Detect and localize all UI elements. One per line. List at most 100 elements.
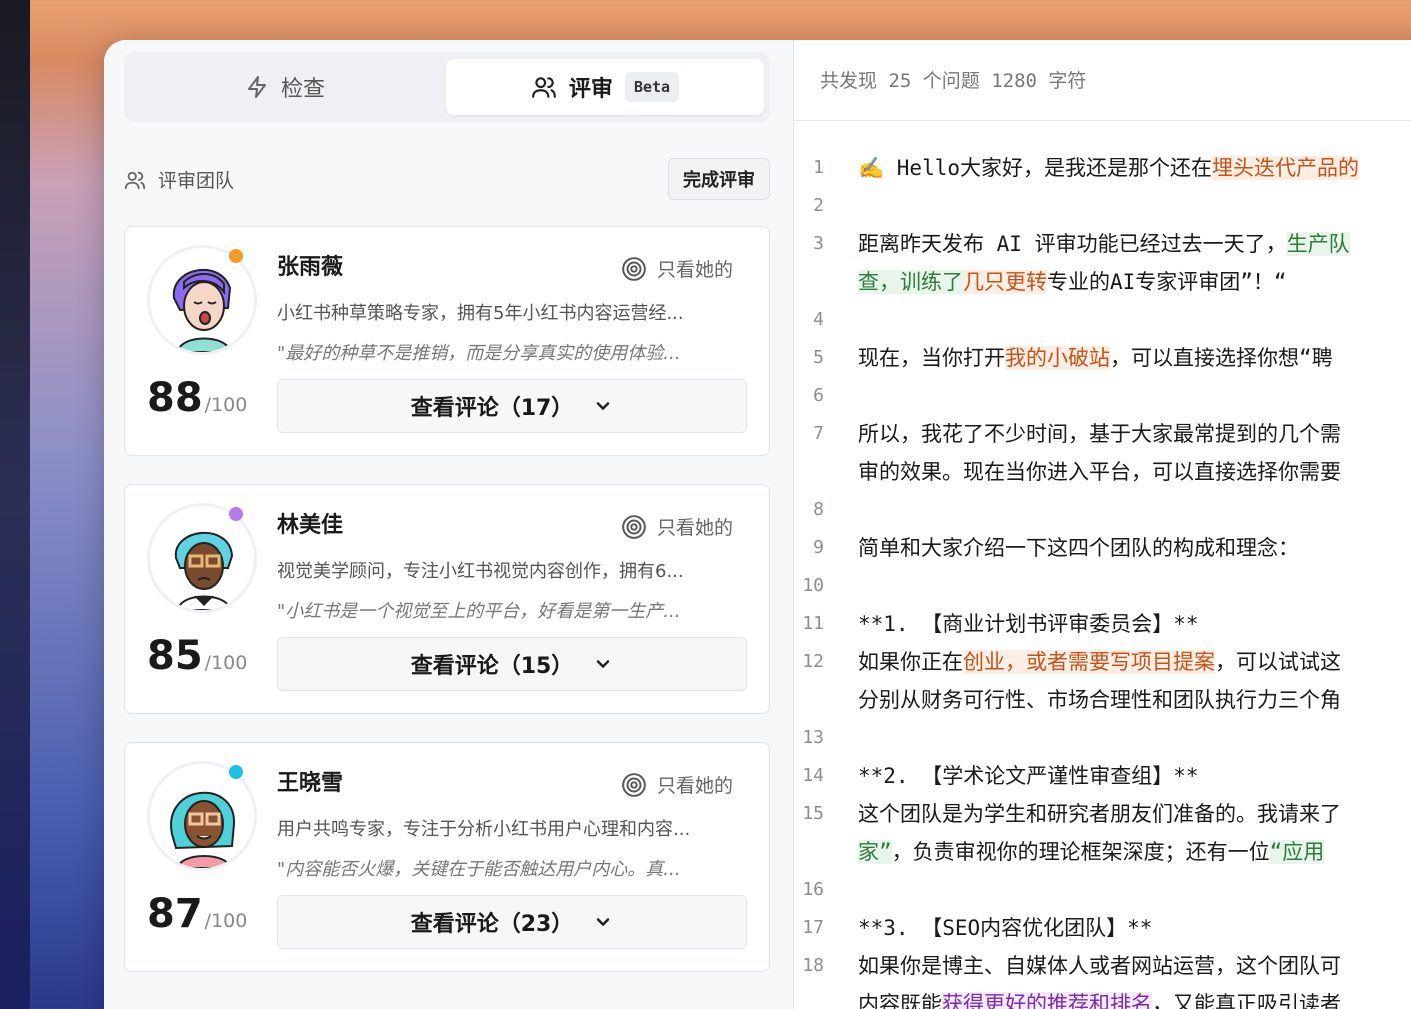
text-segment: 内容既能 [858, 992, 942, 1009]
line-number: 7 [813, 423, 824, 444]
users-icon [532, 77, 556, 98]
chevron-down-icon [597, 660, 610, 669]
line-text: **1. 【商业计划书评审委员会】** [858, 605, 1199, 643]
status-dot [229, 249, 243, 263]
line-number: 4 [813, 309, 824, 330]
only-hers-label: 只看她的 [656, 259, 733, 281]
editor-line: 4 [794, 301, 1411, 339]
view-comments-label: 查看评论（23） [410, 912, 574, 937]
line-number: 1 [813, 157, 824, 178]
line-text: 查，训练了几只更转专业的AI专家评审团”！“ [858, 263, 1287, 301]
score: 85 /100 [147, 633, 247, 679]
status-dot [229, 765, 243, 779]
editor-line: 内容既能获得更好的推荐和排名，又能真正吸引读者 [794, 985, 1411, 1009]
editor-line: 2 [794, 187, 1411, 225]
finish-review-button[interactable]: 完成评审 [668, 158, 770, 200]
reviewer-description: 小红书种草策略专家，拥有5年小红书内容运营经... [277, 303, 684, 324]
line-text: 如果你是博主、自媒体人或者网站运营，这个团队可 [858, 947, 1341, 985]
highlighted-text[interactable]: 家” [858, 840, 892, 864]
app-window: 检查 评审 Beta 评审团队 完成评审 88 /100 张雨薇 只看她的 小红… [104, 40, 1411, 1009]
mode-tab-bar: 检查 评审 Beta [124, 52, 770, 122]
highlighted-text[interactable]: 获得更好的推荐和排名 [942, 992, 1152, 1009]
editor-line: 16 [794, 871, 1411, 909]
line-text: 家”，负责审视你的理论框架深度；还有一位“应用 [858, 833, 1325, 871]
text-segment: ，负责审视你的理论框架深度；还有一位 [891, 840, 1270, 864]
text-segment: 分别从财务可行性、市场合理性和团队执行力三个角 [858, 688, 1341, 712]
editor-line: 9 简单和大家介绍一下这四个团队的构成和理念： [794, 529, 1411, 567]
score: 87 /100 [147, 891, 247, 937]
avatar [147, 761, 257, 871]
editor-line: 家”，负责审视你的理论框架深度；还有一位“应用 [794, 833, 1411, 871]
text-segment: 这个团队是为学生和研究者朋友们准备的。我请来了 [858, 802, 1341, 826]
highlighted-text[interactable]: 创业，或者需要写项目提案 [963, 650, 1215, 674]
editor-line: 17 **3. 【SEO内容优化团队】** [794, 909, 1411, 947]
text-segment: ，又能真正吸引读者 [1152, 992, 1341, 1009]
team-header: 评审团队 完成评审 [124, 158, 770, 200]
line-number: 18 [802, 955, 824, 976]
line-number: 9 [813, 537, 824, 558]
team-label: 评审团队 [158, 170, 235, 192]
highlighted-text[interactable]: 埋头迭代产品的 [1212, 156, 1360, 180]
text-segment: 如果你正在 [858, 650, 963, 674]
editor-line: 6 [794, 377, 1411, 415]
line-text: 如果你正在创业，或者需要写项目提案，可以试试这 [858, 643, 1341, 681]
text-segment: ，可以直接选择你想“聘 [1110, 346, 1333, 370]
editor-line: 3 距离昨天发布 AI 评审功能已经过去一天了，生产队 [794, 225, 1411, 263]
line-text: 距离昨天发布 AI 评审功能已经过去一天了，生产队 [858, 225, 1350, 263]
document-editor[interactable]: 1 ✍️ Hello大家好，是我还是那个还在埋头迭代产品的 2 3 距离昨天发布 AI … [794, 120, 1411, 1009]
line-number: 16 [802, 879, 824, 900]
line-number: 5 [813, 347, 824, 368]
score-denominator: /100 [204, 652, 248, 674]
highlighted-text[interactable]: 我的小破站 [1005, 346, 1110, 370]
line-text: 所以，我花了不少时间，基于大家最常提到的几个需 [858, 415, 1341, 453]
only-hers-filter[interactable]: 只看她的 [621, 513, 733, 540]
line-number: 11 [802, 613, 824, 634]
avatar-illustration-icon [150, 764, 254, 868]
avatar-illustration-icon [150, 248, 254, 352]
chevron-down-icon [597, 402, 610, 411]
only-hers-filter[interactable]: 只看她的 [621, 255, 733, 282]
line-text: 审的效果。现在当你进入平台，可以直接选择你需要 [858, 453, 1341, 491]
text-segment: **1. 【商业计划书评审委员会】** [858, 612, 1199, 636]
text-segment: **3. 【SEO内容优化团队】** [858, 916, 1153, 940]
text-segment: 现在，当你打开 [858, 346, 1005, 370]
editor-line: 8 [794, 491, 1411, 529]
target-icon [622, 514, 646, 539]
view-comments-button[interactable]: 查看评论（15） [277, 637, 747, 691]
text-segment: ✍️ Hello大家好，是我还是那个还在 [858, 156, 1213, 180]
highlighted-text[interactable]: 查，训练了 [858, 270, 963, 294]
editor-line: 13 [794, 719, 1411, 757]
avatar [147, 245, 257, 355]
tab-check[interactable]: 检查 [124, 59, 446, 115]
only-hers-label: 只看她的 [656, 517, 733, 539]
only-hers-label: 只看她的 [656, 775, 733, 797]
only-hers-filter[interactable]: 只看她的 [621, 771, 733, 798]
chevron-down-icon [597, 918, 610, 927]
view-comments-button[interactable]: 查看评论（23） [277, 895, 747, 949]
line-number: 2 [813, 195, 824, 216]
line-number: 10 [802, 575, 824, 596]
editor-line: 分别从财务可行性、市场合理性和团队执行力三个角 [794, 681, 1411, 719]
tab-check-label: 检查 [280, 77, 325, 102]
editor-line: 7 所以，我花了不少时间，基于大家最常提到的几个需 [794, 415, 1411, 453]
view-comments-button[interactable]: 查看评论（17） [277, 379, 747, 433]
line-number: 15 [802, 803, 824, 824]
highlighted-text[interactable]: 几只更转 [963, 270, 1047, 294]
highlighted-text[interactable]: 生产队 [1286, 232, 1350, 256]
line-text: **3. 【SEO内容优化团队】** [858, 909, 1152, 947]
text-segment: 审的效果。现在当你进入平台，可以直接选择你需要 [858, 460, 1341, 484]
line-text: 分别从财务可行性、市场合理性和团队执行力三个角 [858, 681, 1341, 719]
line-number: 17 [802, 917, 824, 938]
text-segment: **2. 【学术论文严谨性审查组】** [858, 764, 1199, 788]
editor-line: 18 如果你是博主、自媒体人或者网站运营，这个团队可 [794, 947, 1411, 985]
desktop-background-strip [0, 0, 30, 1009]
editor-line: 10 [794, 567, 1411, 605]
highlighted-text[interactable]: “应用 [1269, 840, 1325, 864]
editor-line: 审的效果。现在当你进入平台，可以直接选择你需要 [794, 453, 1411, 491]
team-title: 评审团队 [124, 166, 234, 193]
tab-review[interactable]: 评审 Beta [446, 59, 764, 115]
line-text: ✍️ Hello大家好，是我还是那个还在埋头迭代产品的 [858, 149, 1360, 187]
view-comments-label: 查看评论（17） [410, 396, 574, 421]
editor-line: 1 ✍️ Hello大家好，是我还是那个还在埋头迭代产品的 [794, 149, 1411, 187]
issue-stats: 共发现 25 个问题 1280 字符 [820, 70, 1087, 92]
